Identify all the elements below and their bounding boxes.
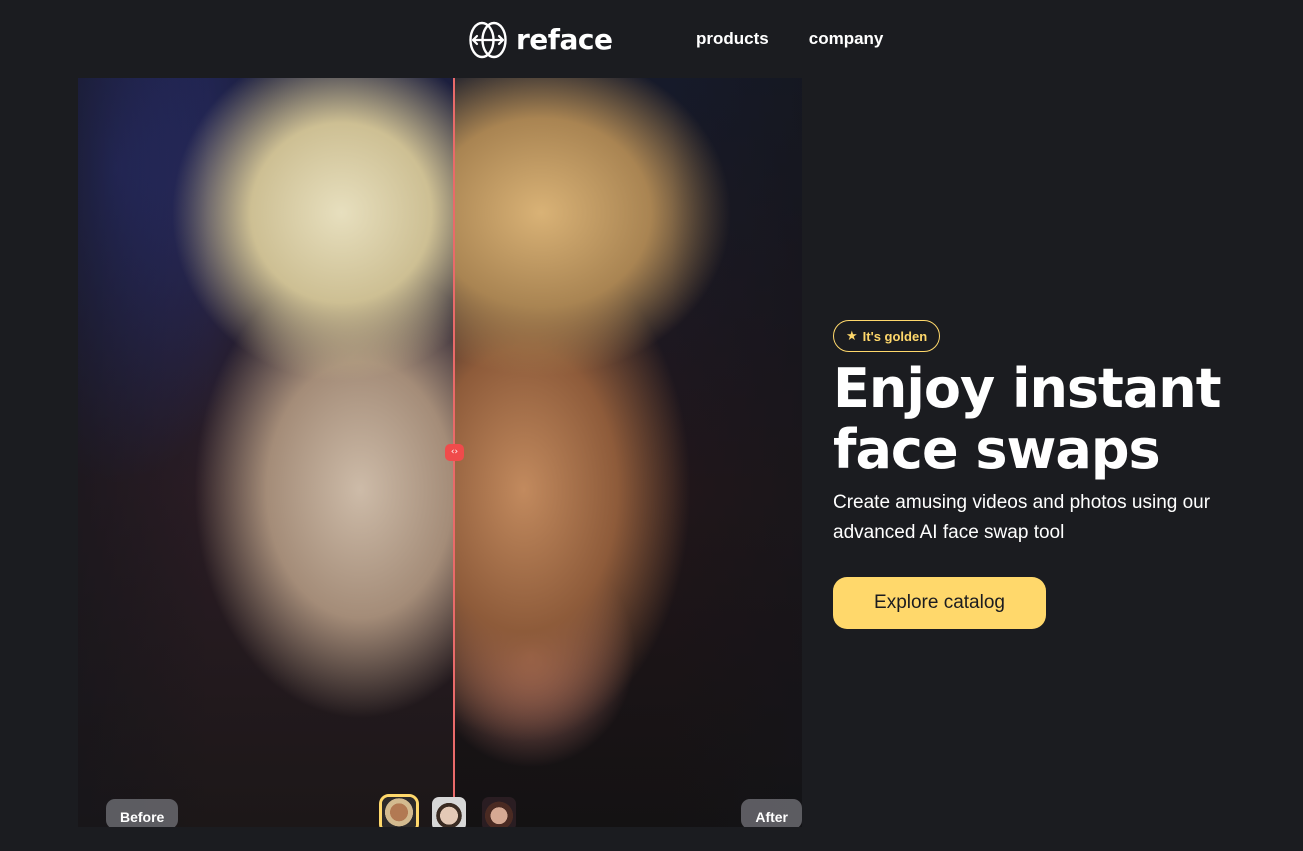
golden-badge: ★ It's golden — [833, 320, 941, 352]
reface-logo-icon — [469, 21, 507, 59]
nav-item-company[interactable]: company — [809, 28, 884, 50]
after-image — [454, 78, 802, 827]
badge-label: It's golden — [862, 328, 928, 344]
hero-subtext: Create amusing videos and photos using o… — [833, 492, 1211, 543]
face-thumbnail-image — [382, 797, 416, 827]
main-nav: products company — [696, 28, 883, 50]
star-icon: ★ — [846, 328, 858, 344]
hero-headline: Enjoy instant face swaps — [833, 358, 1293, 480]
compare-slider-handle[interactable]: ‹› — [445, 444, 464, 461]
face-thumbnail-image — [482, 797, 516, 827]
headline-line-1: Enjoy instant — [833, 357, 1222, 420]
headline-line-2: face swaps — [833, 418, 1161, 481]
logo-link[interactable]: reface — [468, 20, 613, 60]
before-label: Before — [106, 799, 179, 827]
after-label: After — [741, 799, 802, 827]
face-thumbnail-2[interactable] — [429, 794, 469, 827]
explore-catalog-button[interactable]: Explore catalog — [833, 577, 1046, 629]
before-after-compare[interactable]: ‹› Before After — [78, 78, 802, 827]
face-thumbnail-1[interactable] — [379, 794, 419, 827]
face-thumbnails — [379, 794, 519, 827]
nav-item-products[interactable]: products — [696, 28, 769, 50]
before-image — [78, 78, 454, 827]
face-thumbnail-image — [432, 797, 466, 827]
drag-arrows-icon: ‹› — [450, 447, 459, 457]
logo-text: reface — [516, 23, 613, 56]
site-header: reface products company — [0, 0, 1303, 78]
face-thumbnail-3[interactable] — [479, 794, 519, 827]
